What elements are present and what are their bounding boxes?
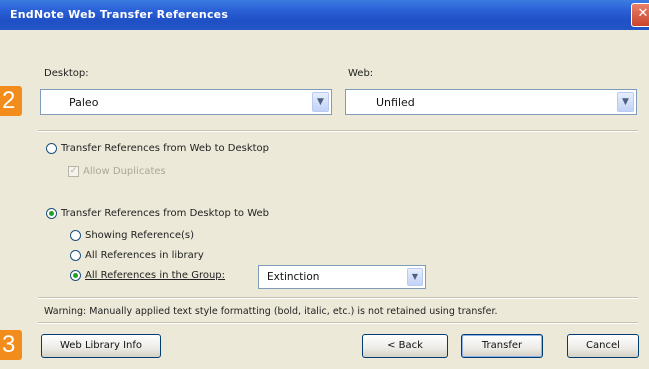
transfer-dialog: EndNote Web Transfer References ✕ 2 3 De… (0, 0, 649, 369)
chevron-down-icon[interactable]: ▼ (407, 268, 423, 286)
radio-desktop-to-web-label: Transfer References from Desktop to Web (61, 208, 270, 219)
radio-icon[interactable] (70, 230, 81, 241)
radio-icon[interactable] (70, 250, 81, 261)
divider (38, 130, 638, 132)
radio-web-to-desktop[interactable]: Transfer References from Web to Desktop (46, 143, 269, 154)
allow-duplicates-checkbox[interactable]: ✓ Allow Duplicates (68, 166, 166, 177)
desktop-library-value: Paleo (69, 96, 99, 109)
group-select[interactable]: Extinction ▼ (258, 265, 426, 289)
step-badge-2: 2 (0, 86, 22, 116)
close-button[interactable]: ✕ (631, 3, 649, 27)
desktop-library-select[interactable]: Paleo ▼ (40, 89, 332, 115)
web-group-select[interactable]: Unfiled ▼ (345, 89, 637, 115)
back-button[interactable]: < Back (362, 334, 448, 358)
divider (38, 297, 638, 299)
step-badge-3: 3 (0, 330, 22, 360)
radio-all-references-group[interactable]: All References in the Group: (70, 270, 225, 281)
group-select-value: Extinction (267, 271, 320, 283)
radio-showing-references[interactable]: Showing Reference(s) (70, 230, 194, 241)
transfer-button[interactable]: Transfer (461, 334, 543, 358)
web-group-value: Unfiled (376, 96, 415, 109)
web-library-info-button[interactable]: Web Library Info (41, 334, 161, 358)
window-title: EndNote Web Transfer References (10, 8, 229, 21)
radio-showing-references-label: Showing Reference(s) (85, 230, 194, 241)
checkbox-icon[interactable]: ✓ (68, 166, 79, 177)
divider (38, 322, 638, 324)
cancel-button[interactable]: Cancel (567, 334, 639, 358)
radio-all-references-library-label: All References in library (85, 250, 204, 261)
radio-desktop-to-web[interactable]: Transfer References from Desktop to Web (46, 208, 269, 219)
radio-web-to-desktop-label: Transfer References from Web to Desktop (61, 143, 270, 154)
web-label: Web: (348, 68, 374, 79)
warning-text: Warning: Manually applied text style for… (44, 306, 498, 317)
title-bar: EndNote Web Transfer References ✕ (0, 0, 649, 30)
radio-all-references-library[interactable]: All References in library (70, 250, 204, 261)
allow-duplicates-label: Allow Duplicates (83, 166, 166, 177)
radio-icon[interactable] (46, 208, 57, 219)
chevron-down-icon[interactable]: ▼ (312, 92, 329, 112)
radio-icon[interactable] (46, 143, 57, 154)
radio-all-references-group-label: All References in the Group: (85, 270, 226, 281)
radio-icon[interactable] (70, 270, 81, 281)
desktop-label: Desktop: (44, 68, 89, 79)
chevron-down-icon[interactable]: ▼ (617, 92, 634, 112)
